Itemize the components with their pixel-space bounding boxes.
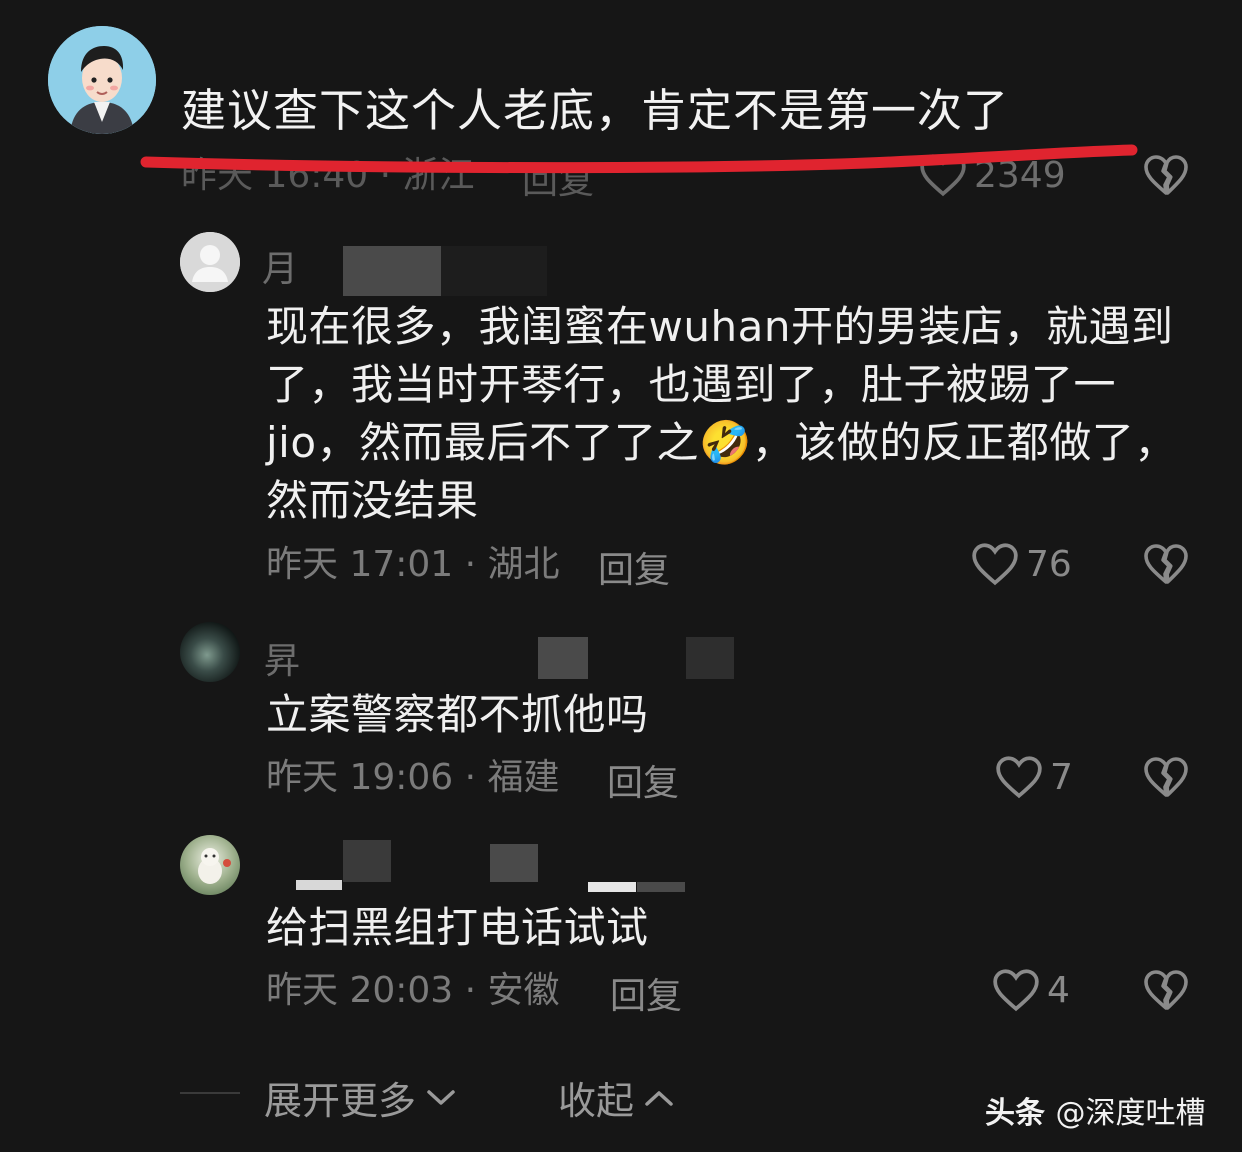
reply-3-meta: 昨天 20:03 · 安徽 <box>266 970 560 1011</box>
collapse-label: 收起 <box>558 1079 635 1123</box>
reply-2-username-redaction <box>538 637 588 679</box>
reply-1-username-redaction-2 <box>441 246 547 296</box>
comment-thread: 建议查下这个人老底，肯定不是第一次了 昨天 16:40 · 浙江 回复 2349… <box>0 0 1242 1152</box>
expand-more-button[interactable]: 展开更多 <box>264 1070 458 1125</box>
reply-1-reply-button[interactable]: 回复 <box>598 541 670 593</box>
collapse-button[interactable]: 收起 <box>558 1070 676 1125</box>
reply-2-like-button[interactable]: 7 <box>994 754 1073 800</box>
default-user-icon <box>180 232 240 292</box>
reply-1-like-button[interactable]: 76 <box>970 541 1072 587</box>
broken-heart-icon <box>1144 970 1188 1010</box>
chevron-down-icon <box>427 1089 455 1105</box>
reply-3-reply-button[interactable]: 回复 <box>610 967 682 1019</box>
reply-1-text: 现在很多，我闺蜜在wuhan开的男装店，就遇到了，我当时开琴行，也遇到了，肚子被… <box>266 302 1177 525</box>
heart-icon <box>993 969 1039 1012</box>
red-underline-annotation <box>140 144 1138 174</box>
main-comment-dislike-button[interactable] <box>1142 152 1190 200</box>
reply-2-meta: 昨天 19:06 · 福建 <box>266 757 560 798</box>
reply-1-like-count: 76 <box>1026 543 1072 585</box>
main-comment-avatar[interactable] <box>48 26 156 134</box>
reply-2-username-fragment: 昇 <box>264 641 301 682</box>
reply-3-username-redaction-4 <box>637 882 685 892</box>
watermark-brand: 头条 <box>985 1096 1045 1131</box>
reply-2-like-count: 7 <box>1050 756 1073 798</box>
reply-3-username-redaction-a <box>296 880 342 890</box>
reply-2-text: 立案警察都不抓他吗 <box>266 690 649 739</box>
reply-3-username-redaction <box>343 840 391 882</box>
broken-heart-icon <box>1144 544 1188 584</box>
reply-1-avatar[interactable] <box>180 232 240 292</box>
heart-icon <box>972 543 1018 586</box>
reply-2-username-redaction-2 <box>686 637 734 679</box>
main-comment-text: 建议查下这个人老底，肯定不是第一次了 <box>181 84 1010 137</box>
reply-2-dislike-button[interactable] <box>1142 754 1190 802</box>
reply-3-username-redaction-2 <box>490 844 538 882</box>
broken-heart-icon <box>1144 757 1188 797</box>
watermark-handle: @深度吐槽 <box>1055 1096 1206 1131</box>
reply-3-like-count: 4 <box>1047 969 1070 1011</box>
animal-avatar-icon <box>198 848 231 884</box>
reply-3-like-button[interactable]: 4 <box>991 967 1070 1013</box>
reply-3-avatar[interactable] <box>180 835 240 895</box>
heart-icon <box>996 756 1042 799</box>
reply-1-dislike-button[interactable] <box>1142 541 1190 589</box>
reply-1-meta: 昨天 17:01 · 湖北 <box>266 544 560 585</box>
reply-3-text: 给扫黑组打电话试试 <box>266 903 649 952</box>
reply-1-username-fragment: 月 <box>262 249 299 290</box>
expand-divider <box>180 1092 240 1094</box>
expand-more-label: 展开更多 <box>264 1079 417 1123</box>
reply-3-username-redaction-3 <box>588 882 636 892</box>
reply-1-username-redaction <box>343 246 441 296</box>
watermark: 头条 @深度吐槽 <box>985 1088 1205 1132</box>
cartoon-man-avatar-icon <box>48 26 156 134</box>
chevron-up-icon <box>645 1090 673 1106</box>
broken-heart-icon <box>1144 155 1188 195</box>
reply-2-avatar[interactable] <box>180 622 240 682</box>
reply-3-dislike-button[interactable] <box>1142 967 1190 1015</box>
reply-2-reply-button[interactable]: 回复 <box>607 754 679 806</box>
